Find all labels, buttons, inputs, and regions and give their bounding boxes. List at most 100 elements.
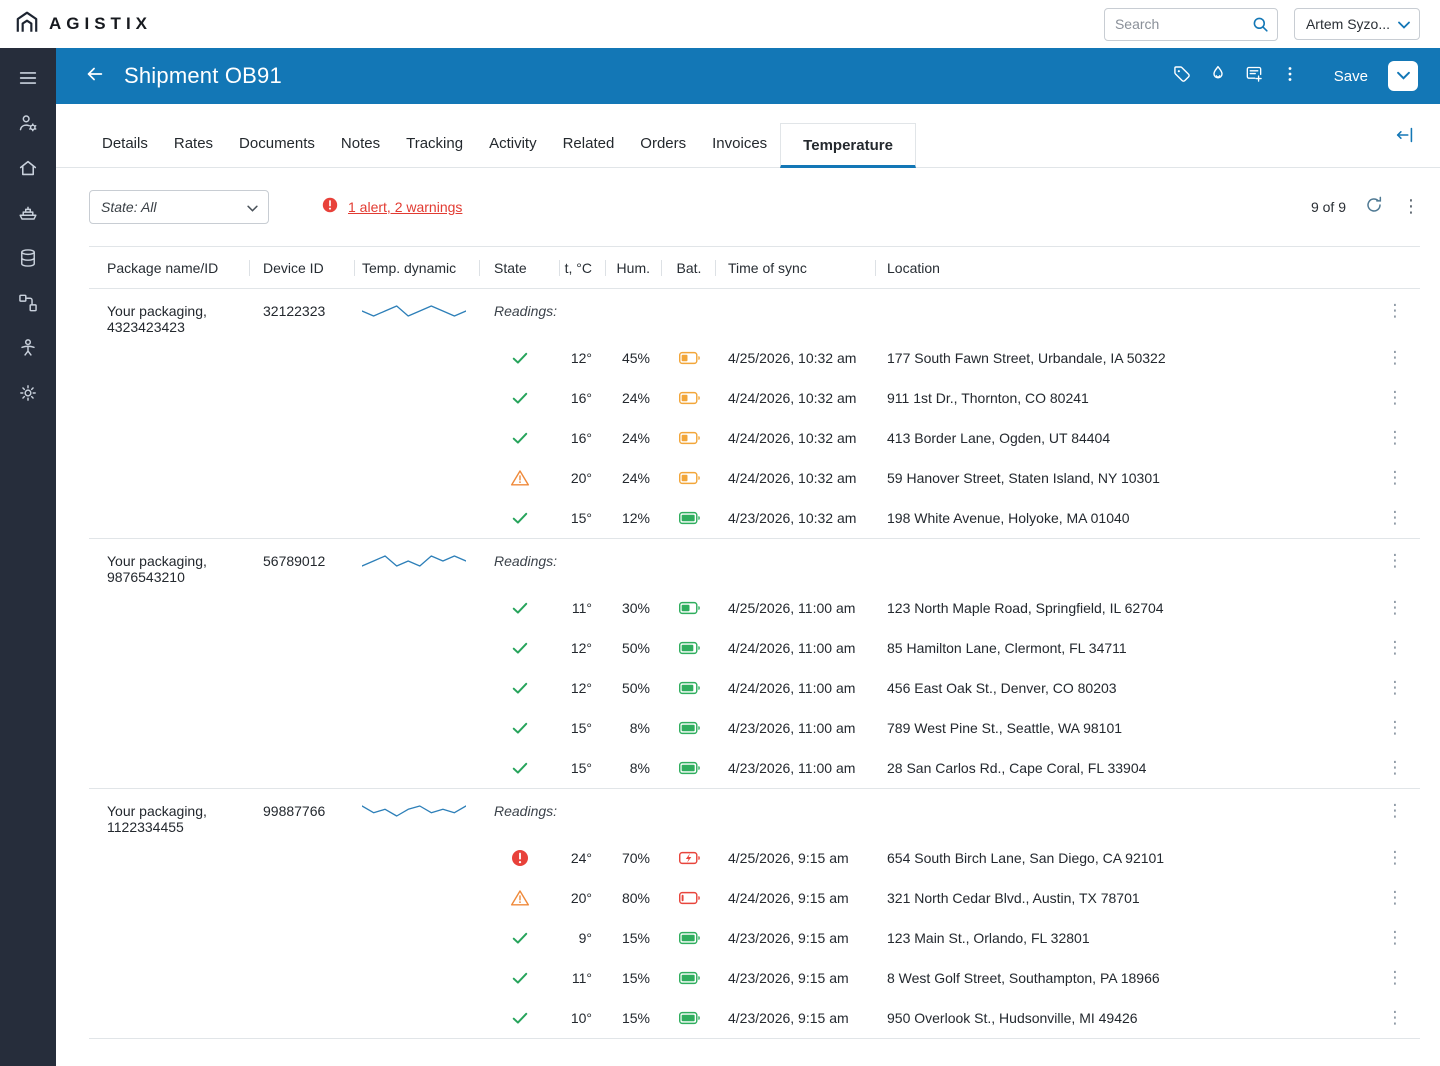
- battery-cell: [662, 510, 716, 526]
- tab-documents[interactable]: Documents: [226, 122, 328, 167]
- tab-temperature[interactable]: Temperature: [780, 123, 916, 168]
- row-menu-cell: ⋮: [1370, 389, 1420, 407]
- row-menu-button[interactable]: ⋮: [1387, 679, 1404, 697]
- row-menu-button[interactable]: ⋮: [1387, 759, 1404, 777]
- temperature-value: 15°: [570, 720, 592, 736]
- package-name: Your packaging, 1122334455: [107, 803, 207, 835]
- ok-status-icon: [512, 932, 528, 944]
- tab-notes[interactable]: Notes: [328, 122, 393, 167]
- row-menu-button[interactable]: ⋮: [1387, 929, 1404, 947]
- table-menu-button[interactable]: ⋮: [1402, 198, 1420, 216]
- location: 8 West Golf Street, Southampton, PA 1896…: [887, 970, 1160, 986]
- sidebar-item-user-settings[interactable]: [8, 105, 48, 145]
- temperature-value: 20°: [570, 890, 592, 906]
- sidebar-item-ship[interactable]: [8, 195, 48, 235]
- sidebar-item-menu[interactable]: [8, 60, 48, 100]
- state-cell: [480, 758, 560, 778]
- row-menu-button[interactable]: ⋮: [1387, 639, 1404, 657]
- sidebar-item-person[interactable]: [8, 330, 48, 370]
- group-menu-button[interactable]: ⋮: [1387, 303, 1404, 320]
- battery-icon: [678, 681, 700, 695]
- state-cell: [480, 1008, 560, 1028]
- chevron-down-icon: [247, 199, 258, 215]
- tab-tracking[interactable]: Tracking: [393, 122, 476, 167]
- tab-related[interactable]: Related: [550, 122, 628, 167]
- row-menu-button[interactable]: ⋮: [1387, 849, 1404, 867]
- header-action-tag[interactable]: [1166, 60, 1198, 92]
- header-action-more[interactable]: [1274, 60, 1306, 92]
- sync-time: 4/24/2026, 11:00 am: [728, 680, 856, 696]
- state-filter-select[interactable]: State: All: [89, 190, 269, 224]
- location: 321 North Cedar Blvd., Austin, TX 78701: [887, 890, 1140, 906]
- row-menu-button[interactable]: ⋮: [1387, 599, 1404, 617]
- row-menu-button[interactable]: ⋮: [1387, 389, 1404, 407]
- temperature-value: 11°: [571, 600, 592, 616]
- refresh-icon: [1364, 195, 1384, 220]
- sync-time: 4/23/2026, 11:00 am: [728, 760, 856, 776]
- row-menu-button[interactable]: ⋮: [1387, 969, 1404, 987]
- column-header-location: Location: [887, 259, 940, 276]
- header-action-note-add[interactable]: [1238, 60, 1270, 92]
- row-menu-cell: ⋮: [1370, 1009, 1420, 1027]
- refresh-button[interactable]: [1364, 195, 1384, 220]
- battery-cell: [662, 640, 716, 656]
- battery-icon: [678, 931, 700, 945]
- tab-invoices[interactable]: Invoices: [699, 122, 780, 167]
- state-cell: [480, 888, 560, 908]
- sidebar-item-workflow[interactable]: [8, 285, 48, 325]
- temperature-value: 12°: [570, 350, 592, 366]
- reading-row: 11° 30% 4/25/2026, 11:00 am 123 North Maple…: [89, 588, 1420, 628]
- row-menu-button[interactable]: ⋮: [1387, 1009, 1404, 1027]
- row-menu-cell: ⋮: [1370, 719, 1420, 737]
- column-header-package-name-id: Package name/ID: [89, 247, 250, 288]
- reading-row: 16° 24% 4/24/2026, 10:32 am 413 Border Lane…: [89, 418, 1420, 458]
- temperature-value: 15°: [570, 760, 592, 776]
- battery-cell: [662, 890, 716, 906]
- row-menu-button[interactable]: ⋮: [1387, 469, 1404, 487]
- group-menu-button[interactable]: ⋮: [1387, 553, 1404, 570]
- humidity-value: 15%: [621, 1010, 650, 1026]
- search-icon[interactable]: [1251, 15, 1270, 39]
- tag-icon: [1172, 64, 1192, 89]
- humidity-value: 45%: [621, 350, 650, 366]
- tab-activity[interactable]: Activity: [476, 122, 550, 167]
- row-menu-button[interactable]: ⋮: [1387, 429, 1404, 447]
- row-menu-button[interactable]: ⋮: [1387, 349, 1404, 367]
- package-name: Your packaging, 9876543210: [107, 553, 207, 585]
- sidebar-item-database[interactable]: [8, 240, 48, 280]
- sidebar: [0, 48, 56, 1066]
- temperature-value: 11°: [571, 970, 592, 986]
- header-action-flame[interactable]: [1202, 60, 1234, 92]
- more-icon: [1280, 64, 1300, 89]
- sync-time: 4/23/2026, 9:15 am: [728, 930, 849, 946]
- location: 123 North Maple Road, Springfield, IL 62…: [887, 600, 1164, 616]
- group-menu-button[interactable]: ⋮: [1387, 803, 1404, 820]
- alerts-link[interactable]: 1 alert, 2 warnings: [348, 199, 462, 215]
- sidebar-item-home[interactable]: [8, 150, 48, 190]
- battery-icon: [678, 641, 700, 655]
- tab-orders[interactable]: Orders: [627, 122, 699, 167]
- sidebar-item-gear[interactable]: [8, 375, 48, 415]
- global-search: [1103, 7, 1278, 41]
- row-menu-button[interactable]: ⋮: [1387, 719, 1404, 737]
- sync-time: 4/25/2026, 9:15 am: [728, 850, 849, 866]
- user-menu-label: Artem Syzo...: [1305, 16, 1390, 32]
- header-dropdown-button[interactable]: [1388, 61, 1418, 91]
- ship-icon: [17, 202, 39, 229]
- row-menu-cell: ⋮: [1370, 889, 1420, 907]
- location: 28 San Carlos Rd., Cape Coral, FL 33904: [887, 760, 1147, 776]
- humidity-value: 12%: [621, 510, 650, 526]
- collapse-panel-icon[interactable]: [1394, 124, 1416, 151]
- user-menu[interactable]: Artem Syzo...: [1293, 8, 1420, 40]
- package-group: Your packaging, 9876543210 56789012 Reading…: [89, 539, 1420, 789]
- save-button[interactable]: Save: [1334, 68, 1368, 85]
- alert-status-icon: [512, 850, 528, 866]
- back-button[interactable]: [80, 61, 110, 91]
- tab-details[interactable]: Details: [89, 122, 161, 167]
- tab-rates[interactable]: Rates: [161, 122, 226, 167]
- row-menu-button[interactable]: ⋮: [1387, 889, 1404, 907]
- row-menu-button[interactable]: ⋮: [1387, 509, 1404, 527]
- temp-dynamic-cell: [355, 803, 480, 819]
- state-cell: [480, 968, 560, 988]
- ok-status-icon: [512, 392, 528, 404]
